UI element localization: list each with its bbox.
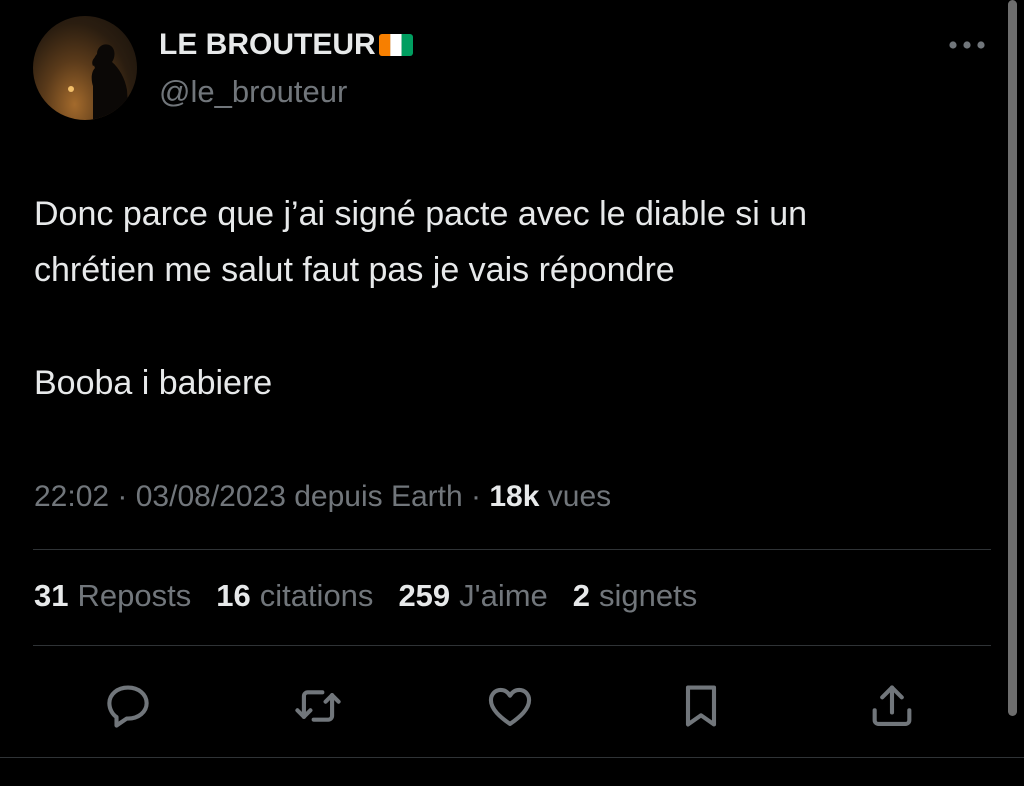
author-name[interactable]: LE BROUTEUR <box>159 28 413 62</box>
author-avatar[interactable] <box>33 16 137 120</box>
more-dots-icon <box>949 41 985 49</box>
divider <box>33 645 991 646</box>
scrollbar[interactable] <box>1008 0 1017 716</box>
meta-separator: · <box>109 480 136 513</box>
reposts-count: 31 <box>34 578 69 613</box>
bookmarks-stat[interactable]: 2 signets <box>573 578 697 614</box>
tweet-line: chrétien me salut faut pas je vais répon… <box>34 251 675 289</box>
heart-icon <box>488 687 532 727</box>
quotes-label: citations <box>259 578 374 613</box>
bookmark-button[interactable] <box>673 678 729 734</box>
author-handle[interactable]: @le_brouteur <box>159 74 347 110</box>
likes-stat[interactable]: 259 J'aime <box>398 578 547 614</box>
reposts-stat[interactable]: 31 Reposts <box>34 578 191 614</box>
avatar-silhouette-icon <box>68 44 129 120</box>
bookmarks-label: signets <box>599 578 698 613</box>
reposts-label: Reposts <box>77 578 192 613</box>
tweet-line: Booba i babiere <box>34 364 273 402</box>
quotes-stat[interactable]: 16 citations <box>216 578 373 614</box>
share-button[interactable] <box>864 678 920 734</box>
engagement-stats: 31 Reposts 16 citations 259 J'aime 2 signets <box>34 578 697 614</box>
views-label: vues <box>539 480 612 513</box>
bookmark-icon <box>685 685 717 727</box>
quotes-count: 16 <box>216 578 251 613</box>
repost-button[interactable] <box>290 678 346 734</box>
tweet-time[interactable]: 22:02 <box>34 480 109 513</box>
tweet-date[interactable]: 03/08/2023 <box>136 480 286 513</box>
tweet-text: Donc parce que j’ai signé pacte avec le … <box>34 186 984 411</box>
views-count: 18k <box>489 480 540 513</box>
tweet-line: Donc parce que j’ai signé pacte avec le … <box>34 195 808 233</box>
divider <box>33 549 991 550</box>
more-options-button[interactable] <box>944 30 990 60</box>
like-button[interactable] <box>482 678 538 734</box>
reply-icon <box>107 685 149 728</box>
bookmarks-count: 2 <box>572 578 591 613</box>
tweet-source: depuis Earth <box>285 480 463 513</box>
divider <box>0 757 1024 758</box>
likes-count: 259 <box>398 578 451 613</box>
ivory-coast-flag-icon <box>378 34 413 56</box>
likes-label: J'aime <box>459 578 548 613</box>
meta-separator: · <box>462 480 490 513</box>
reply-button[interactable] <box>100 678 156 734</box>
repost-icon <box>295 690 341 722</box>
share-icon <box>872 685 912 727</box>
display-name-text[interactable]: LE BROUTEUR <box>159 28 376 62</box>
tweet-meta: 22:02 · 03/08/2023 depuis Earth · 18k vu… <box>34 480 611 514</box>
